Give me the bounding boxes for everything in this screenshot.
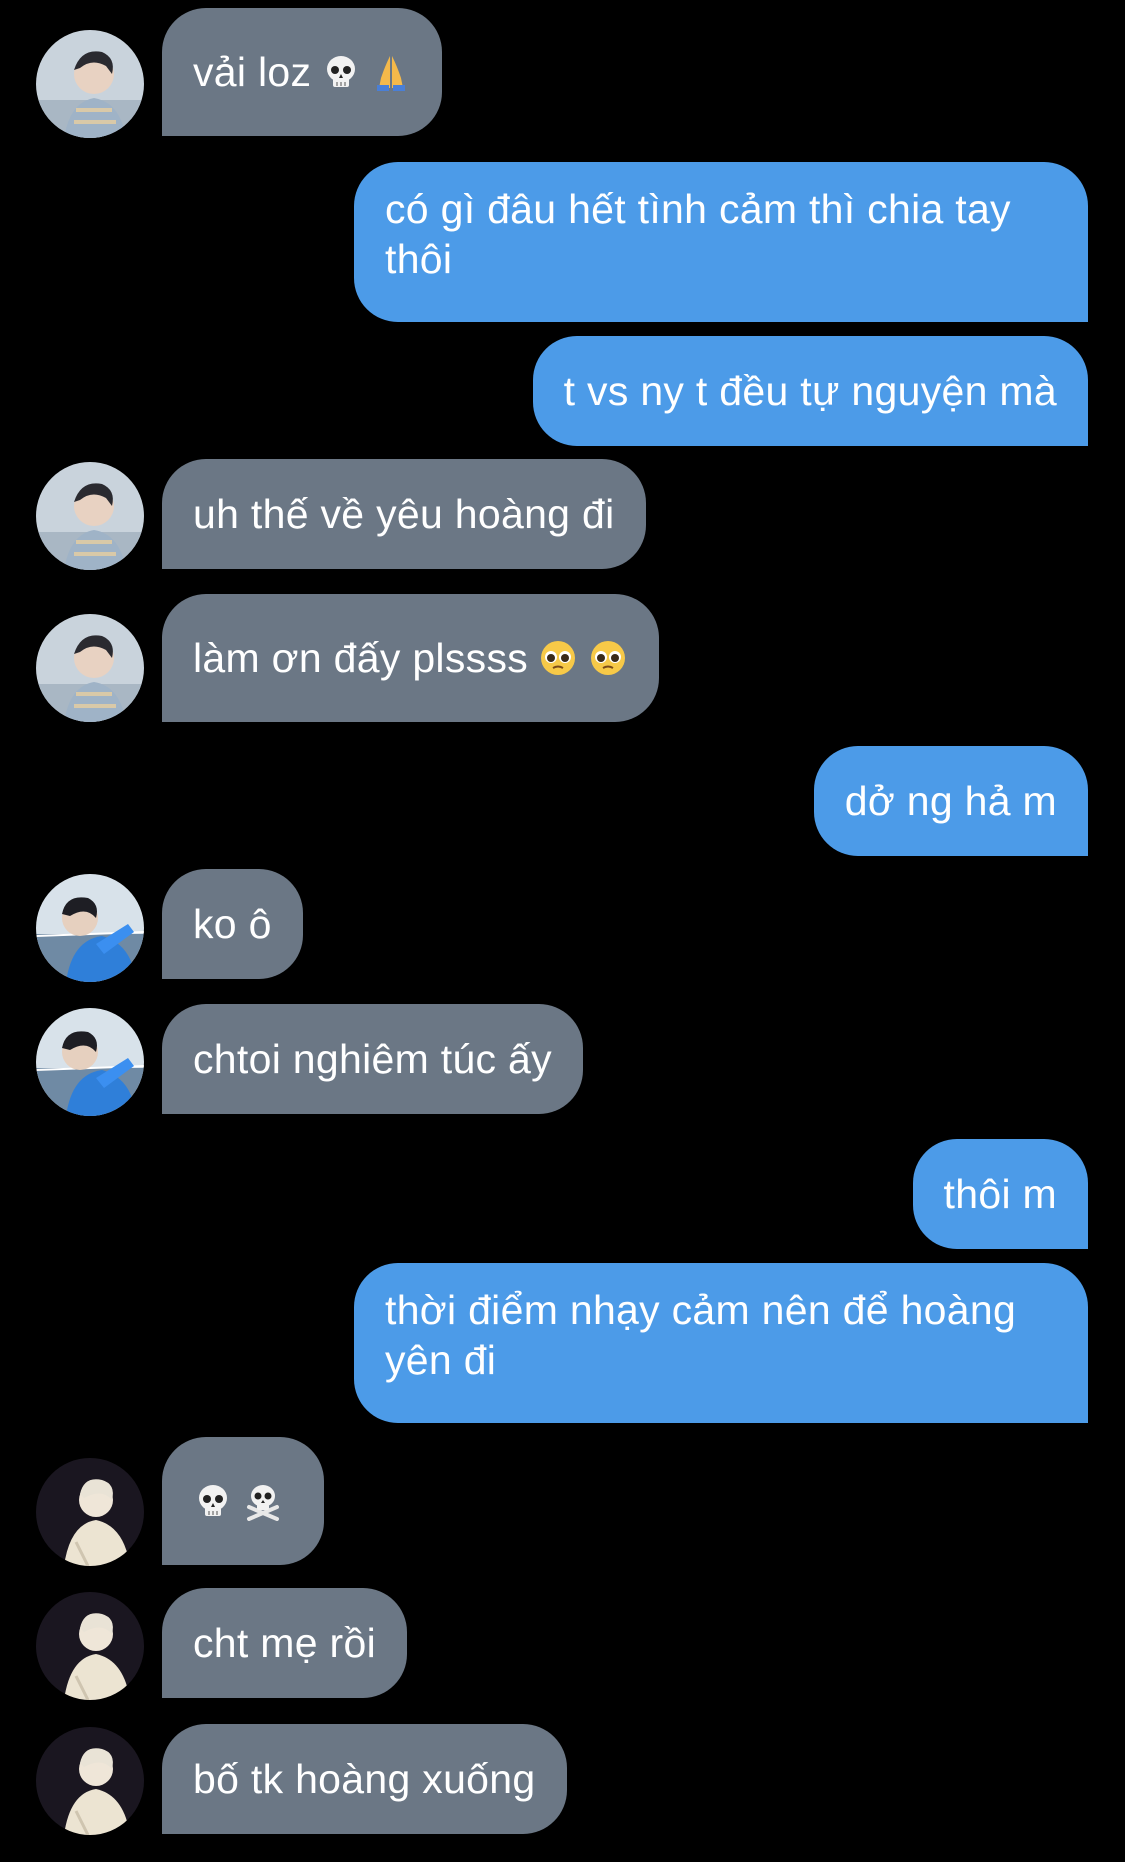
avatar[interactable] [36,614,144,722]
skull-crossbones-icon [243,1481,283,1521]
message-bubble-incoming[interactable]: làm ơn đấy plssss [162,594,660,722]
message-text: cht mẹ rồi [193,1620,376,1666]
avatar[interactable] [36,874,144,982]
message-text: uh thế về yêu hoàng đi [193,491,615,537]
avatar[interactable] [36,1727,144,1835]
message-bubble-incoming[interactable]: uh thế về yêu hoàng đi [162,459,646,569]
message-text: thời điểm nhạy cảm nên để hoàng yên đi [385,1287,1028,1383]
message-text: thôi m [943,1171,1057,1217]
message-text: bố tk hoàng xuống [193,1756,536,1802]
message-text: dở ng hả m [844,778,1057,824]
folded-hands-icon [371,52,411,92]
avatar[interactable] [36,1458,144,1566]
message-bubble-incoming[interactable]: ko ô [162,869,303,979]
message-bubble-incoming[interactable]: chtoi nghiêm túc ấy [162,1004,583,1114]
chat-thread: vải loz có gì đâu hết tình cảm thì chia … [0,0,1125,1862]
message-text: ko ô [193,901,272,947]
message-bubble-incoming[interactable]: cht mẹ rồi [162,1588,407,1698]
message-bubble-incoming[interactable] [162,1437,324,1565]
skull-icon [321,52,361,92]
avatar[interactable] [36,30,144,138]
skull-icon [193,1481,233,1521]
message-bubble-outgoing[interactable]: dở ng hả m [813,746,1088,856]
avatar[interactable] [36,1592,144,1700]
message-bubble-outgoing[interactable]: t vs ny t đều tự nguyện mà [532,336,1088,446]
message-bubble-incoming[interactable]: vải loz [162,8,443,136]
message-bubble-outgoing[interactable]: thời điểm nhạy cảm nên để hoàng yên đi [354,1263,1088,1423]
message-text: có gì đâu hết tình cảm thì chia tay thôi [385,186,1023,282]
pleading-face-icon [538,638,578,678]
message-bubble-outgoing[interactable]: thôi m [912,1139,1088,1249]
message-bubble-incoming[interactable]: bố tk hoàng xuống [162,1724,567,1834]
message-text: làm ơn đấy plssss [193,635,529,681]
avatar[interactable] [36,462,144,570]
message-text: vải loz [193,49,312,95]
message-text: t vs ny t đều tự nguyện mà [563,368,1057,414]
message-bubble-outgoing[interactable]: có gì đâu hết tình cảm thì chia tay thôi [354,162,1088,322]
message-text: chtoi nghiêm túc ấy [193,1036,552,1082]
pleading-face-icon [588,638,628,678]
avatar[interactable] [36,1008,144,1116]
